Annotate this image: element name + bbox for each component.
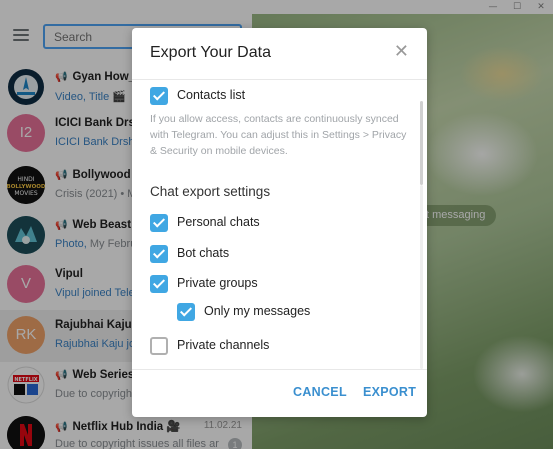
dialog-body: Contacts list If you allow access, conta… xyxy=(132,79,427,369)
option-label: Personal chats xyxy=(177,215,260,229)
close-window-button[interactable]: ✕ xyxy=(529,0,553,14)
section-title: Chat export settings xyxy=(150,184,271,199)
checkbox-checked-icon[interactable] xyxy=(150,214,168,232)
dialog-actions: CANCEL EXPORT xyxy=(132,369,427,417)
scrollbar-track[interactable] xyxy=(420,185,423,369)
checkbox-unchecked-icon[interactable] xyxy=(150,337,168,355)
option-label: Private groups xyxy=(177,276,258,290)
checkbox-checked-icon[interactable] xyxy=(150,275,168,293)
checkbox-checked-icon[interactable] xyxy=(177,303,195,321)
scrollbar-thumb[interactable] xyxy=(420,101,423,185)
export-button[interactable]: EXPORT xyxy=(363,385,416,399)
contacts-note: If you allow access, contacts are contin… xyxy=(150,113,407,157)
cancel-button[interactable]: CANCEL xyxy=(293,385,347,399)
dialog-title: Export Your Data xyxy=(150,44,271,61)
option-label: Only my messages xyxy=(204,304,311,318)
window-controls: — ☐ ✕ xyxy=(481,0,553,14)
checkbox-checked-icon[interactable] xyxy=(150,87,168,105)
option-label: Bot chats xyxy=(177,246,230,260)
export-dialog: Export Your Data ✕ Contacts list If you … xyxy=(132,28,427,417)
checkbox-checked-icon[interactable] xyxy=(150,245,168,263)
minimize-button[interactable]: — xyxy=(481,0,505,14)
option-label: Private channels xyxy=(177,338,270,352)
maximize-button[interactable]: ☐ xyxy=(505,0,529,14)
close-icon[interactable]: ✕ xyxy=(394,42,409,62)
option-label: Contacts list xyxy=(177,88,246,102)
